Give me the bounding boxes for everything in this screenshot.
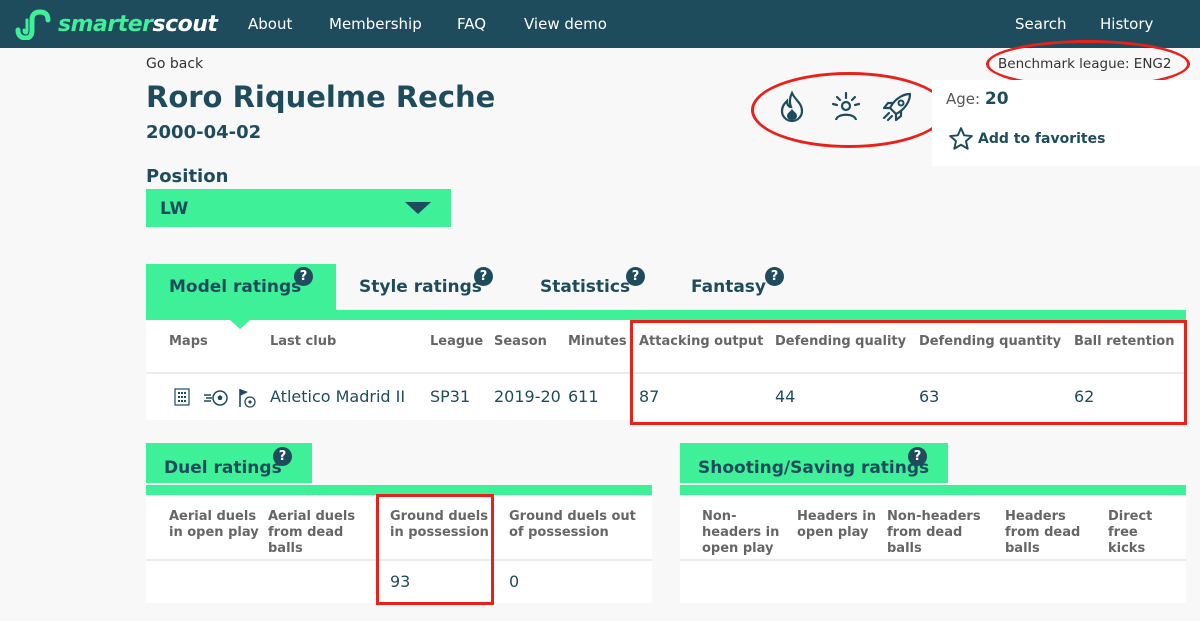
go-back-link[interactable]: Go back <box>146 56 203 72</box>
tab-style-ratings[interactable]: Style ratings ? <box>336 264 511 310</box>
help-icon[interactable]: ? <box>908 447 927 466</box>
help-icon[interactable]: ? <box>765 267 784 286</box>
logo-icon <box>15 9 51 40</box>
add-to-favorites-label: Add to favorites <box>978 131 1106 147</box>
col-header: League <box>430 334 484 349</box>
position-label: Position <box>146 166 229 187</box>
help-icon[interactable]: ? <box>273 447 292 466</box>
col-header: Last club <box>270 334 337 349</box>
tab-fantasy[interactable]: Fantasy ? <box>671 264 801 310</box>
player-name: Roro Riquelme Reche <box>146 80 496 114</box>
last-club-cell[interactable]: Atletico Madrid II <box>270 387 405 406</box>
league-cell: SP31 <box>430 387 471 406</box>
col-header: Minutes <box>568 334 627 349</box>
position-select[interactable]: LW <box>146 189 451 227</box>
shot-map-icon[interactable] <box>203 388 229 406</box>
col-header: Season <box>494 334 547 349</box>
nav-history[interactable]: History <box>1100 15 1153 33</box>
tab-model-ratings[interactable]: Model ratings ? <box>146 264 336 310</box>
nav-view-demo[interactable]: View demo <box>524 15 607 33</box>
ground-duels-out-of-possession-cell: 0 <box>509 572 520 591</box>
logo-text: smarterscout <box>58 11 218 37</box>
logo[interactable]: smarterscout <box>14 8 218 40</box>
nav-faq[interactable]: FAQ <box>457 15 486 33</box>
nav-membership[interactable]: Membership <box>329 15 422 33</box>
help-icon[interactable]: ? <box>294 267 313 286</box>
nav-about[interactable]: About <box>248 15 292 33</box>
player-age: Age: 20 <box>946 89 1009 109</box>
player-dob: 2000-04-02 <box>146 122 262 143</box>
position-value: LW <box>160 199 189 219</box>
star-icon <box>949 127 973 150</box>
annotation-rectangle <box>376 494 494 605</box>
col-header: Non-headers in open play <box>702 509 780 556</box>
season-cell: 2019-20 <box>494 387 561 406</box>
col-header: Headers in open play <box>797 509 876 540</box>
col-header: Non-headers from dead balls <box>887 509 981 556</box>
chevron-down-icon <box>405 202 431 214</box>
active-tab-pointer <box>230 320 250 329</box>
tab-underline <box>146 310 1186 320</box>
add-to-favorites-button[interactable]: Add to favorites <box>948 126 1105 152</box>
col-header: Headers from dead balls <box>1005 509 1081 556</box>
annotation-rectangle <box>630 320 1187 425</box>
col-header: Maps <box>169 334 208 349</box>
help-icon[interactable]: ? <box>626 267 645 286</box>
top-navbar: smarterscout About Membership FAQ View d… <box>0 0 1200 48</box>
minutes-cell: 611 <box>568 387 599 406</box>
tab-statistics[interactable]: Statistics ? <box>516 264 661 310</box>
row-divider <box>680 559 1186 561</box>
help-icon[interactable]: ? <box>474 267 493 286</box>
rating-tabs: Model ratings ? Style ratings ? Statisti… <box>146 264 1186 310</box>
duel-ratings-tab[interactable]: Duel ratings ? <box>146 443 312 483</box>
shooting-saving-ratings-tab[interactable]: Shooting/Saving ratings ? <box>680 443 948 483</box>
col-header: Direct free kicks <box>1108 509 1153 556</box>
col-header: Aerial duels from dead balls <box>268 509 356 556</box>
annotation-ellipse <box>751 72 947 148</box>
heatmap-icon[interactable] <box>174 388 190 406</box>
shooting-tab-underline <box>680 485 1186 495</box>
col-header: Ground duels out of possession <box>509 509 636 540</box>
player-info-card: Age: 20 Add to favorites <box>932 80 1200 166</box>
set-piece-map-icon[interactable] <box>238 388 256 408</box>
col-header: Aerial duels in open play <box>169 509 259 540</box>
nav-search[interactable]: Search <box>1015 15 1067 33</box>
